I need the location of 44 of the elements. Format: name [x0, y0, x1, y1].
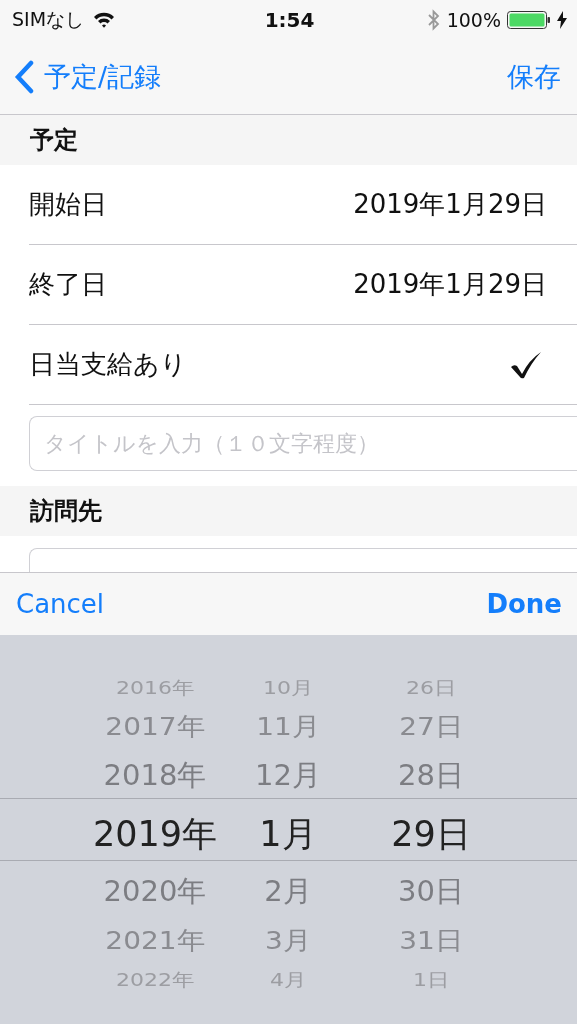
picker-item[interactable]: 11月 — [256, 710, 320, 744]
section-header: 訪問先 — [0, 486, 577, 536]
picker-item[interactable]: 3月 — [265, 924, 311, 958]
picker-item[interactable]: 10月 — [263, 676, 313, 700]
row-label: 日当支給あり — [29, 348, 187, 381]
picker-item[interactable]: 2022年 — [116, 968, 194, 992]
battery-icon — [507, 11, 551, 29]
picker-item[interactable]: 12月 — [255, 756, 321, 796]
picker-item[interactable]: 29日 — [391, 810, 471, 858]
picker-item[interactable]: 1月 — [259, 810, 317, 858]
picker-item[interactable]: 2018年 — [103, 756, 207, 796]
picker-item[interactable]: 31日 — [399, 924, 463, 958]
picker-item[interactable]: 2017年 — [105, 710, 205, 744]
picker-item[interactable]: 2019年 — [92, 810, 218, 858]
picker-item[interactable]: 2021年 — [105, 924, 205, 958]
picker-item[interactable]: 27日 — [399, 710, 463, 744]
date-picker[interactable]: 2016年 2017年 2018年 2019年 2020年 2021年 2022年 10月 11月 12月 1月 2月 3月 4月 26日 27日 28日 29日 30日 31日 1日 — [0, 635, 577, 1024]
row-label: 終了日 — [29, 268, 107, 301]
picker-item[interactable]: 28日 — [398, 756, 464, 796]
cancel-button[interactable]: Cancel — [16, 589, 105, 619]
carrier-label: SIMなし — [12, 7, 85, 32]
back-button[interactable]: 予定/記録 — [14, 59, 162, 95]
back-chevron-icon — [14, 60, 34, 94]
bluetooth-icon — [426, 8, 441, 32]
date-value: 2019年1月29日 — [353, 268, 547, 301]
picker-item[interactable]: 26日 — [406, 676, 456, 700]
checkbox-row[interactable]: 日当支給あり — [29, 325, 577, 405]
clock-time: 1:54 — [264, 8, 315, 32]
save-button[interactable]: 保存 — [507, 59, 561, 95]
picker-item[interactable]: 1日 — [413, 968, 449, 992]
row-label: 開始日 — [29, 188, 107, 221]
date-value: 2019年1月29日 — [353, 188, 547, 221]
date-row[interactable]: 開始日 2019年1月29日 — [29, 165, 577, 245]
battery-percent: 100% — [446, 9, 501, 31]
picker-item[interactable]: 30日 — [398, 872, 464, 912]
section-header: 予定 — [0, 115, 577, 165]
picker-item[interactable]: 2月 — [264, 872, 312, 912]
text-field[interactable]: タイトルを入力（１０文字程度） — [29, 416, 577, 471]
picker-item[interactable]: 4月 — [270, 968, 306, 992]
done-button[interactable]: Done — [486, 589, 562, 619]
picker-item[interactable]: 2020年 — [103, 872, 207, 912]
date-row[interactable]: 終了日 2019年1月29日 — [29, 245, 577, 325]
picker-item[interactable]: 2016年 — [116, 676, 194, 700]
wifi-icon — [92, 11, 117, 29]
